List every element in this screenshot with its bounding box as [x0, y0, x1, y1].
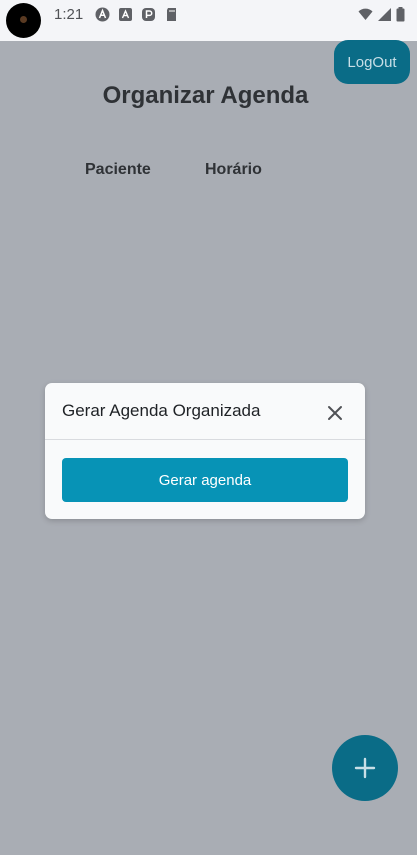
app-text-icon: [118, 7, 133, 22]
column-header-horario: Horário: [205, 161, 262, 178]
app-a-icon: [95, 7, 110, 22]
modal-title: Gerar Agenda Organizada: [62, 401, 261, 420]
camera-cutout: [6, 3, 41, 38]
sd-card-icon: [164, 7, 179, 22]
generate-agenda-button[interactable]: Gerar agenda: [62, 458, 348, 502]
wifi-icon: [358, 7, 373, 22]
generate-agenda-modal: Gerar Agenda Organizada Gerar agenda: [45, 383, 365, 519]
close-icon[interactable]: [326, 404, 344, 422]
status-notification-icons: [95, 7, 179, 22]
logout-button[interactable]: LogOut: [334, 40, 410, 84]
page-title: Organizar Agenda: [102, 82, 309, 109]
modal-header: Gerar Agenda Organizada: [45, 383, 365, 440]
status-bar: 1:21: [0, 0, 417, 41]
battery-icon: [396, 7, 405, 22]
column-header-paciente: Paciente: [85, 161, 151, 178]
status-time: 1:21: [54, 6, 84, 23]
app-p-icon: [141, 7, 156, 22]
signal-icon: [377, 7, 392, 22]
add-button[interactable]: [332, 735, 398, 801]
status-system-icons: [358, 7, 405, 22]
plus-icon: [353, 756, 377, 780]
